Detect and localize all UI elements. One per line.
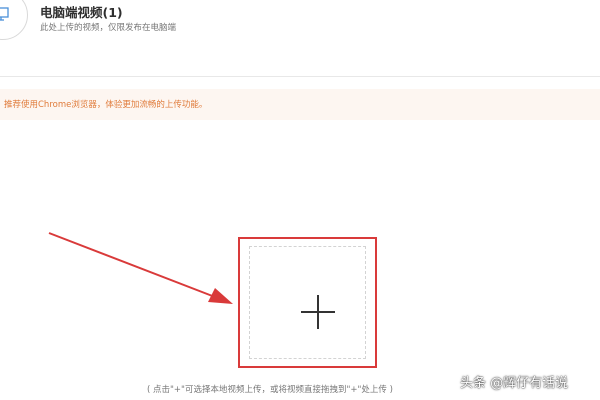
notice-text: 推荐使用Chrome浏览器，体验更加流畅的上传功能。 [4, 100, 208, 110]
monitor-icon [0, 0, 28, 40]
upload-dropzone[interactable] [249, 246, 366, 359]
page-title: 电脑端视频(1) [40, 5, 123, 20]
plus-icon[interactable] [299, 293, 337, 331]
upload-area[interactable] [238, 237, 377, 368]
browser-notice: 推荐使用Chrome浏览器，体验更加流畅的上传功能。 [0, 89, 600, 120]
page-header: 电脑端视频(1) 此处上传的视频，仅限发布在电脑端 [0, 0, 600, 77]
upload-hint: ( 点击"+"可选择本地视频上传，或将视频直接拖拽到"+"处上传 ) [147, 385, 393, 395]
page-subtitle: 此处上传的视频，仅限发布在电脑端 [40, 23, 177, 33]
upload-page: 电脑端视频(1) 此处上传的视频，仅限发布在电脑端 推荐使用Chrome浏览器，… [0, 0, 600, 400]
watermark: 头条 @辉仔有话说 [460, 376, 569, 391]
